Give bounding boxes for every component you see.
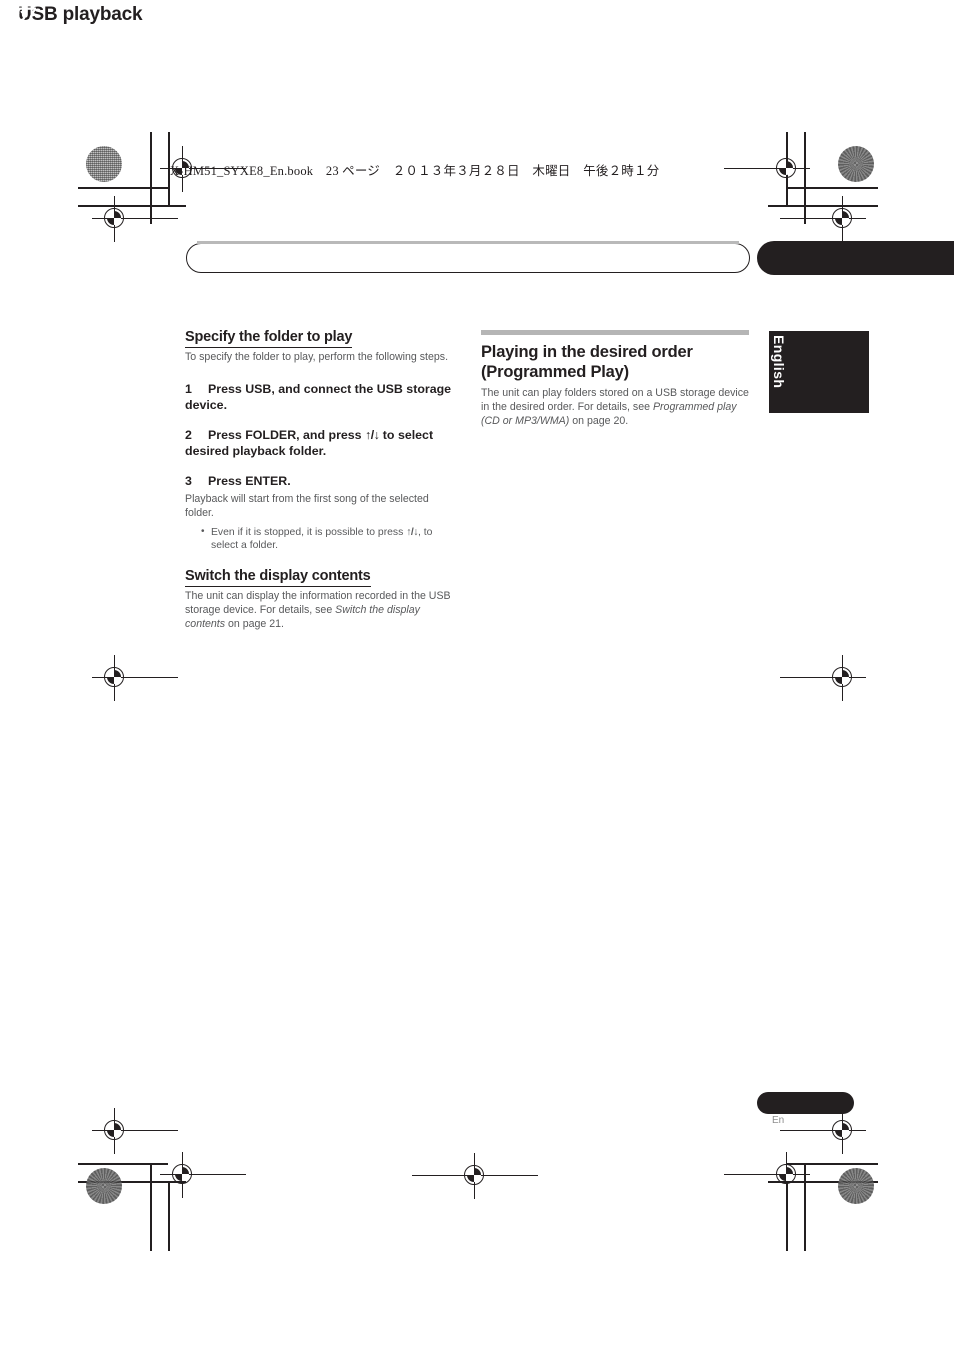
crop-mark-line bbox=[150, 1163, 152, 1251]
language-tab-label: English bbox=[771, 335, 787, 389]
halftone-patch-icon bbox=[86, 146, 122, 182]
registration-target-icon bbox=[780, 196, 866, 242]
registration-target-icon bbox=[160, 1152, 246, 1198]
crop-mark-line bbox=[78, 1181, 186, 1183]
step-item-3: 3 Press ENTER. bbox=[185, 473, 460, 489]
registration-target-icon bbox=[412, 1153, 538, 1199]
section-heading-switch-display: Switch the display contents bbox=[185, 568, 371, 588]
step-text: Press ENTER. bbox=[208, 474, 291, 489]
language-side-tab: English bbox=[769, 331, 869, 413]
chapter-title-bar bbox=[186, 241, 750, 273]
crop-mark-line bbox=[168, 1181, 170, 1251]
step-number: 2 bbox=[185, 428, 192, 443]
crop-mark-line bbox=[78, 187, 168, 189]
step-text: Press USB, and connect the USB storage d… bbox=[185, 381, 452, 413]
body-text-after: on page 21. bbox=[225, 618, 284, 631]
page-language-code: En bbox=[772, 1115, 785, 1126]
registration-target-icon bbox=[780, 655, 866, 701]
section-intro-text: To specify the folder to play, perform t… bbox=[185, 351, 449, 363]
section-top-rule bbox=[481, 330, 749, 335]
registration-target-icon bbox=[92, 655, 178, 701]
crop-mark-line bbox=[768, 205, 878, 207]
step-number: 1 bbox=[185, 381, 192, 396]
crop-mark-line bbox=[786, 132, 788, 206]
crop-mark-line bbox=[786, 187, 878, 189]
body-text-after: on page 20. bbox=[569, 414, 629, 427]
step-number: 3 bbox=[185, 474, 192, 489]
list-item: Even if it is stopped, it is possible to… bbox=[201, 525, 460, 554]
page-number: 23 bbox=[12, 2, 29, 18]
registration-target-icon bbox=[724, 1152, 810, 1198]
registration-target-icon bbox=[92, 1108, 178, 1154]
right-column: Playing in the desired order (Programmed… bbox=[481, 330, 756, 438]
up-down-arrow-icon: ↑/↓ bbox=[406, 526, 418, 538]
crop-mark-line bbox=[786, 1181, 788, 1251]
crop-mark-line bbox=[786, 1163, 878, 1165]
section-body-switch-display: The unit can display the information rec… bbox=[185, 590, 460, 632]
crop-mark-line bbox=[768, 1181, 878, 1183]
halftone-patch-icon bbox=[838, 146, 874, 182]
notes-list: Even if it is stopped, it is possible to… bbox=[185, 525, 460, 554]
crop-mark-line bbox=[78, 205, 186, 207]
up-down-arrow-icon: ↑/↓ bbox=[365, 428, 380, 443]
registration-target-icon bbox=[780, 1108, 866, 1154]
step3-note: Playback will start from the first song … bbox=[185, 492, 429, 519]
chapter-bar-top-rule bbox=[197, 241, 739, 244]
page-number-badge bbox=[757, 1092, 854, 1114]
chapter-number-badge bbox=[757, 241, 954, 275]
left-column: Specify the folder to play To specify th… bbox=[185, 328, 460, 641]
step-text-before: Press FOLDER, and press bbox=[208, 428, 366, 443]
print-header-book-line: X-HM51_SYXE8_En.book 23 ページ ２０１３年３月２８日 木… bbox=[170, 164, 660, 178]
page-title: USB playback bbox=[18, 4, 143, 25]
crop-mark-line bbox=[804, 132, 806, 224]
print-marks-layer bbox=[0, 0, 954, 1350]
halftone-patch-icon bbox=[86, 1168, 122, 1204]
heading-line-2: (Programmed Play) bbox=[481, 363, 629, 382]
section-heading-specify-folder: Specify the folder to play bbox=[185, 329, 352, 348]
crop-mark-line bbox=[804, 1163, 806, 1251]
step-item-2: 2 Press FOLDER, and press ↑/↓ to select d… bbox=[185, 427, 460, 459]
step-item-1: 1 Press USB, and connect the USB storage … bbox=[185, 381, 460, 413]
bullet-text-before: Even if it is stopped, it is possible to… bbox=[211, 526, 407, 538]
halftone-patch-icon bbox=[838, 1168, 874, 1204]
heading-line-1: Playing in the desired order bbox=[481, 343, 693, 361]
section-heading-programmed-play: Playing in the desired order (Programmed… bbox=[481, 342, 756, 383]
section-body-programmed-play: The unit can play folders stored on a US… bbox=[481, 387, 756, 429]
registration-target-icon bbox=[92, 196, 178, 242]
crop-mark-line bbox=[150, 132, 152, 224]
crop-mark-line bbox=[78, 1163, 168, 1165]
registration-target-icon bbox=[724, 146, 810, 192]
